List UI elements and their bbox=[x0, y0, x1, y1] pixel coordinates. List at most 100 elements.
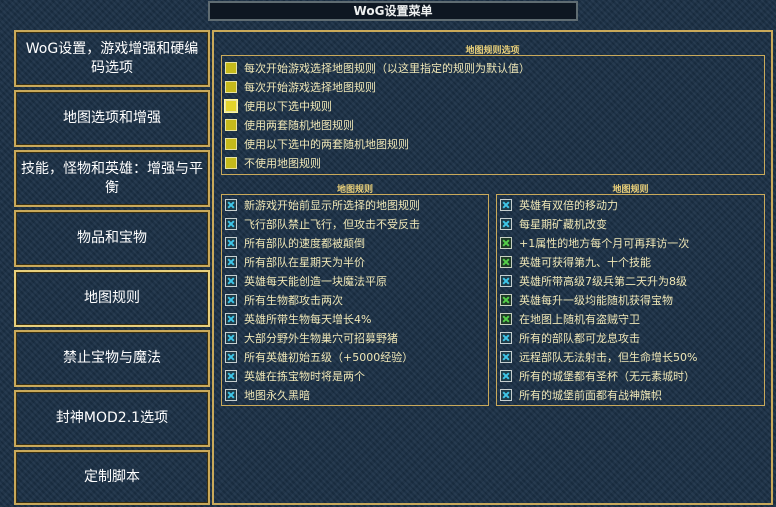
rule-right-8[interactable]: 远程部队无法射击，但生命增长50% bbox=[500, 348, 697, 366]
checkbox-icon[interactable] bbox=[225, 351, 237, 363]
rule-left-6[interactable]: 英雄所带生物每天增长4% bbox=[225, 310, 371, 328]
rule-label: 英雄有双倍的移动力 bbox=[519, 199, 618, 212]
sidebar-item-map-rules[interactable]: 地图规则 bbox=[14, 270, 210, 327]
rule-label: 所有部队的速度都被颠倒 bbox=[244, 237, 365, 250]
checkbox-icon[interactable] bbox=[225, 275, 237, 287]
rule-right-3[interactable]: 英雄可获得第九、十个技能 bbox=[500, 253, 651, 271]
checkbox-icon[interactable] bbox=[500, 351, 512, 363]
option-label: 使用两套随机地图规则 bbox=[244, 119, 354, 132]
rule-left-1[interactable]: 飞行部队禁止飞行，但攻击不受反击 bbox=[225, 215, 420, 233]
rule-right-10[interactable]: 所有的城堡前面都有战神旗帜 bbox=[500, 386, 662, 404]
rule-label: 英雄每天能创造一块魔法平原 bbox=[244, 275, 387, 288]
checkbox-icon[interactable] bbox=[225, 237, 237, 249]
sidebar-item-wog-settings[interactable]: WoG设置，游戏增强和硬编码选项 bbox=[14, 30, 210, 87]
option-label: 不使用地图规则 bbox=[244, 157, 321, 170]
rule-right-2[interactable]: +1属性的地方每个月可再拜访一次 bbox=[500, 234, 689, 252]
checkbox-icon[interactable] bbox=[225, 332, 237, 344]
option-label: 每次开始游戏选择地图规则 bbox=[244, 81, 376, 94]
radio-selected-icon[interactable] bbox=[225, 100, 237, 112]
map-rule-option-3[interactable]: 使用两套随机地图规则 bbox=[225, 116, 354, 134]
radio-icon[interactable] bbox=[225, 119, 237, 131]
main-panel: 地图规则选项 每次开始游戏选择地图规则（以这里指定的规则为默认值） 每次开始游戏… bbox=[212, 30, 773, 505]
rule-left-4[interactable]: 英雄每天能创造一块魔法平原 bbox=[225, 272, 387, 290]
rule-label: 所有的部队都可龙息攻击 bbox=[519, 332, 640, 345]
rule-right-4[interactable]: 英雄所带高级7级兵第二天升为8级 bbox=[500, 272, 687, 290]
rule-label: 英雄在拣宝物时将是两个 bbox=[244, 370, 365, 383]
rule-label: 在地图上随机有盗贼守卫 bbox=[519, 313, 640, 326]
sidebar-item-label: 封神MOD2.1选项 bbox=[55, 410, 169, 426]
checkbox-icon[interactable] bbox=[225, 256, 237, 268]
checkbox-icon[interactable] bbox=[500, 218, 512, 230]
checkbox-icon[interactable] bbox=[500, 275, 512, 287]
sidebar-item-fengshen-mod[interactable]: 封神MOD2.1选项 bbox=[14, 390, 210, 447]
window-title: WoG设置菜单 bbox=[208, 1, 578, 21]
checkbox-icon[interactable] bbox=[225, 199, 237, 211]
rule-label: 新游戏开始前显示所选择的地图规则 bbox=[244, 199, 420, 212]
rule-right-7[interactable]: 所有的部队都可龙息攻击 bbox=[500, 329, 640, 347]
rule-label: 所有英雄初始五级（+5000经验） bbox=[244, 351, 414, 364]
option-label: 使用以下选中的两套随机地图规则 bbox=[244, 138, 409, 151]
rule-label: 地图永久黑暗 bbox=[244, 389, 310, 402]
rule-left-3[interactable]: 所有部队在星期天为半价 bbox=[225, 253, 365, 271]
option-label: 使用以下选中规则 bbox=[244, 100, 332, 113]
rule-right-5[interactable]: 英雄每升一级均能随机获得宝物 bbox=[500, 291, 673, 309]
rule-label: 所有的城堡前面都有战神旗帜 bbox=[519, 389, 662, 402]
rules-left-box: 新游戏开始前显示所选择的地图规则 飞行部队禁止飞行，但攻击不受反击 所有部队的速… bbox=[221, 194, 489, 406]
checkbox-green-icon[interactable] bbox=[500, 313, 512, 325]
rule-left-9[interactable]: 英雄在拣宝物时将是两个 bbox=[225, 367, 365, 385]
checkbox-icon[interactable] bbox=[225, 389, 237, 401]
rule-right-0[interactable]: 英雄有双倍的移动力 bbox=[500, 196, 618, 214]
radio-icon[interactable] bbox=[225, 157, 237, 169]
map-rule-option-2[interactable]: 使用以下选中规则 bbox=[225, 97, 332, 115]
rule-label: 大部分野外生物巢穴可招募野猪 bbox=[244, 332, 398, 345]
sidebar-item-label: 物品和宝物 bbox=[77, 230, 147, 246]
rule-label: 英雄可获得第九、十个技能 bbox=[519, 256, 651, 269]
radio-icon[interactable] bbox=[225, 81, 237, 93]
checkbox-green-icon[interactable] bbox=[500, 256, 512, 268]
rule-left-2[interactable]: 所有部队的速度都被颠倒 bbox=[225, 234, 365, 252]
checkbox-green-icon[interactable] bbox=[500, 237, 512, 249]
sidebar-item-label: 禁止宝物与魔法 bbox=[63, 350, 161, 366]
radio-icon[interactable] bbox=[225, 62, 237, 74]
rule-label: 英雄所带高级7级兵第二天升为8级 bbox=[519, 275, 687, 288]
sidebar-item-artifacts[interactable]: 物品和宝物 bbox=[14, 210, 210, 267]
checkbox-icon[interactable] bbox=[225, 218, 237, 230]
checkbox-icon[interactable] bbox=[500, 332, 512, 344]
rule-left-8[interactable]: 所有英雄初始五级（+5000经验） bbox=[225, 348, 413, 366]
sidebar-item-label: 定制脚本 bbox=[84, 469, 140, 485]
rule-right-6[interactable]: 在地图上随机有盗贼守卫 bbox=[500, 310, 640, 328]
rule-label: 飞行部队禁止飞行，但攻击不受反击 bbox=[244, 218, 420, 231]
rule-right-9[interactable]: 所有的城堡都有圣杯（无元素城时） bbox=[500, 367, 695, 385]
checkbox-icon[interactable] bbox=[500, 370, 512, 382]
option-label: 每次开始游戏选择地图规则（以这里指定的规则为默认值） bbox=[244, 62, 530, 75]
rule-left-5[interactable]: 所有生物都攻击两次 bbox=[225, 291, 343, 309]
checkbox-icon[interactable] bbox=[500, 199, 512, 211]
sidebar-item-custom-scripts[interactable]: 定制脚本 bbox=[14, 450, 210, 505]
sidebar-item-skills-monsters-heroes[interactable]: 技能，怪物和英雄：增强与平衡 bbox=[14, 150, 210, 207]
map-rule-options-box: 每次开始游戏选择地图规则（以这里指定的规则为默认值） 每次开始游戏选择地图规则 … bbox=[221, 55, 765, 175]
checkbox-icon[interactable] bbox=[500, 389, 512, 401]
sidebar-item-banned-artifacts-spells[interactable]: 禁止宝物与魔法 bbox=[14, 330, 210, 387]
radio-icon[interactable] bbox=[225, 138, 237, 150]
checkbox-icon[interactable] bbox=[225, 313, 237, 325]
map-rule-option-5[interactable]: 不使用地图规则 bbox=[225, 154, 321, 172]
map-rule-option-1[interactable]: 每次开始游戏选择地图规则 bbox=[225, 78, 376, 96]
rule-label: 每星期矿藏机改变 bbox=[519, 218, 607, 231]
map-rule-option-4[interactable]: 使用以下选中的两套随机地图规则 bbox=[225, 135, 409, 153]
checkbox-icon[interactable] bbox=[225, 294, 237, 306]
rule-left-0[interactable]: 新游戏开始前显示所选择的地图规则 bbox=[225, 196, 420, 214]
sidebar-item-label: WoG设置，游戏增强和硬编码选项 bbox=[25, 40, 199, 76]
sidebar-item-label: 地图规则 bbox=[84, 290, 140, 306]
rule-label: 远程部队无法射击，但生命增长50% bbox=[519, 351, 698, 364]
rules-right-box: 英雄有双倍的移动力 每星期矿藏机改变 +1属性的地方每个月可再拜访一次 英雄可获… bbox=[496, 194, 765, 406]
rule-left-7[interactable]: 大部分野外生物巢穴可招募野猪 bbox=[225, 329, 398, 347]
rule-left-10[interactable]: 地图永久黑暗 bbox=[225, 386, 310, 404]
checkbox-green-icon[interactable] bbox=[500, 294, 512, 306]
rule-right-1[interactable]: 每星期矿藏机改变 bbox=[500, 215, 607, 233]
sidebar-item-map-options[interactable]: 地图选项和增强 bbox=[14, 90, 210, 147]
map-rule-option-0[interactable]: 每次开始游戏选择地图规则（以这里指定的规则为默认值） bbox=[225, 59, 530, 77]
checkbox-icon[interactable] bbox=[225, 370, 237, 382]
sidebar: WoG设置，游戏增强和硬编码选项 地图选项和增强 技能，怪物和英雄：增强与平衡 … bbox=[0, 0, 212, 507]
sidebar-item-label: 技能，怪物和英雄：增强与平衡 bbox=[21, 160, 203, 196]
sidebar-item-label: 地图选项和增强 bbox=[63, 110, 161, 126]
